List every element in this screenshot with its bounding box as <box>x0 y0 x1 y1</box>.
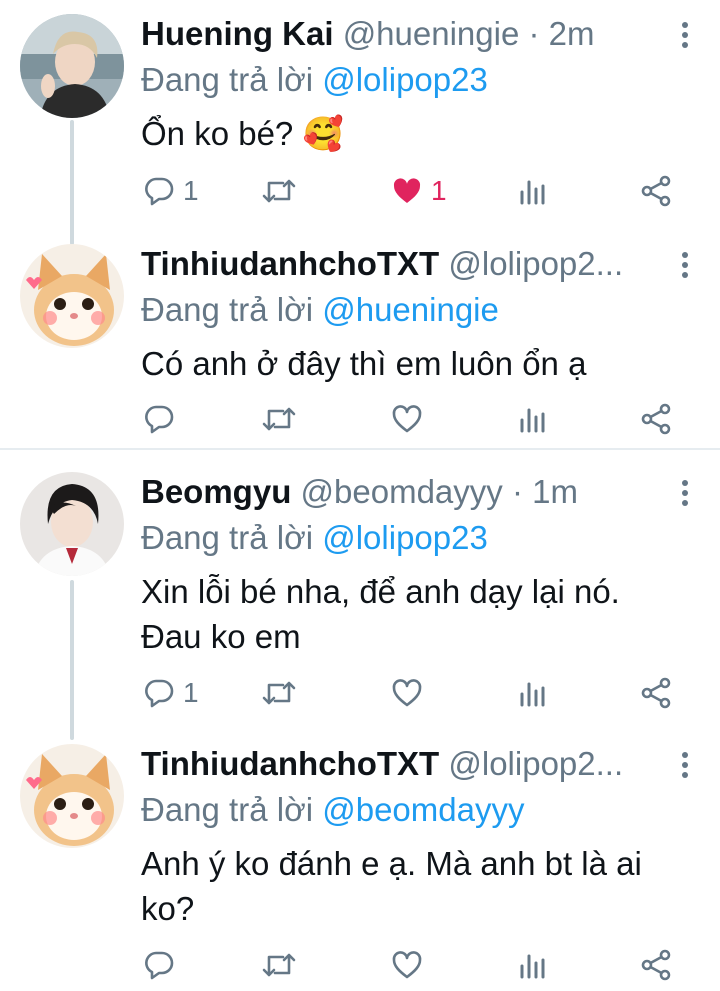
replying-to: Đang trả lời @beomdayyy <box>141 790 524 830</box>
retweet-icon <box>262 179 296 203</box>
like-icon <box>393 178 421 203</box>
share-button[interactable] <box>639 397 673 441</box>
retweet-button[interactable] <box>261 169 297 213</box>
retweet-icon <box>262 407 296 431</box>
share-icon <box>641 677 671 709</box>
reply-button[interactable]: 1 <box>143 169 199 213</box>
reply-icon <box>145 405 174 434</box>
action-bar: 1 1 <box>141 169 701 213</box>
reply-button[interactable] <box>143 943 175 987</box>
display-name[interactable]: Huening Kai <box>141 15 334 52</box>
like-button[interactable]: 1 <box>391 169 447 213</box>
replying-to: Đang trả lời @hueningie <box>141 290 499 330</box>
avatar[interactable] <box>20 744 124 848</box>
reply-icon <box>145 679 174 708</box>
retweet-icon <box>262 953 296 977</box>
more-icon[interactable] <box>680 480 690 510</box>
share-icon <box>641 949 671 981</box>
more-icon[interactable] <box>680 22 690 52</box>
display-name[interactable]: TinhiudanhchoTXT <box>141 745 439 782</box>
avatar[interactable] <box>20 244 124 348</box>
replying-prefix: Đang trả lời <box>141 61 323 98</box>
mention-link[interactable]: @beomdayyy <box>322 791 524 828</box>
like-button[interactable] <box>391 397 423 441</box>
like-icon <box>392 951 422 979</box>
mention-link[interactable]: @lolipop23 <box>322 61 488 98</box>
share-button[interactable] <box>639 671 673 715</box>
retweet-button[interactable] <box>261 943 297 987</box>
like-count: 1 <box>431 175 447 206</box>
analytics-icon <box>520 408 545 433</box>
retweet-button[interactable] <box>261 397 297 441</box>
tweet-header: Huening Kai @hueningie · 2m <box>141 14 661 54</box>
avatar[interactable] <box>20 14 124 118</box>
analytics-icon <box>520 682 545 707</box>
tweet-text: Anh ý ko đánh e ạ. Mà anh bt là ai ko? <box>141 845 642 927</box>
tweet-text: Có anh ở đây thì em luôn ổn ạ <box>141 345 587 382</box>
retweet-icon <box>262 681 296 705</box>
retweet-button[interactable] <box>261 671 297 715</box>
tweet[interactable]: TinhiudanhchoTXT @lolipop2... Đang trả l… <box>0 244 720 444</box>
like-button[interactable] <box>391 943 423 987</box>
analytics-icon <box>520 954 545 979</box>
handle-time[interactable]: @hueningie · 2m <box>343 15 595 52</box>
analytics-icon <box>520 180 545 205</box>
display-name[interactable]: TinhiudanhchoTXT <box>141 245 439 282</box>
action-bar <box>141 397 701 441</box>
mention-link[interactable]: @hueningie <box>322 291 499 328</box>
analytics-button[interactable] <box>517 169 547 213</box>
like-button[interactable] <box>391 671 423 715</box>
tweet-header: TinhiudanhchoTXT @lolipop2... <box>141 244 661 284</box>
reply-icon <box>145 177 174 206</box>
handle-time[interactable]: @lolipop2... <box>448 745 623 782</box>
tweet[interactable]: Huening Kai @hueningie · 2m Đang trả lời… <box>0 14 720 219</box>
replying-prefix: Đang trả lời <box>141 519 323 556</box>
action-bar <box>141 943 701 987</box>
share-icon <box>641 175 671 207</box>
reply-icon <box>145 951 174 980</box>
reply-count: 1 <box>183 175 199 206</box>
tweet-text: Ổn ko bé? 🥰 <box>141 115 344 152</box>
analytics-button[interactable] <box>517 943 547 987</box>
like-icon <box>392 679 422 707</box>
analytics-button[interactable] <box>517 397 547 441</box>
reply-count: 1 <box>183 677 199 708</box>
tweet[interactable]: Beomgyu @beomdayyy · 1m Đang trả lời @lo… <box>0 472 720 727</box>
handle-time[interactable]: @beomdayyy · 1m <box>301 473 578 510</box>
analytics-button[interactable] <box>517 671 547 715</box>
more-icon[interactable] <box>680 752 690 782</box>
tweet-text: Xin lỗi bé nha, để anh dạy lại nó. Đau k… <box>141 573 620 655</box>
action-bar: 1 <box>141 671 701 715</box>
reply-button[interactable]: 1 <box>143 671 199 715</box>
handle-time[interactable]: @lolipop2... <box>448 245 623 282</box>
tweet-header: Beomgyu @beomdayyy · 1m <box>141 472 661 512</box>
share-button[interactable] <box>639 169 673 213</box>
like-icon <box>392 405 422 433</box>
display-name[interactable]: Beomgyu <box>141 473 291 510</box>
replying-prefix: Đang trả lời <box>141 791 323 828</box>
replying-to: Đang trả lời @lolipop23 <box>141 518 488 558</box>
avatar[interactable] <box>20 472 124 576</box>
conversation-divider <box>0 448 720 450</box>
replying-prefix: Đang trả lời <box>141 291 323 328</box>
more-icon[interactable] <box>680 252 690 282</box>
share-icon <box>641 403 671 435</box>
tweet[interactable]: TinhiudanhchoTXT @lolipop2... Đang trả l… <box>0 744 720 991</box>
mention-link[interactable]: @lolipop23 <box>322 519 488 556</box>
reply-button[interactable] <box>143 397 175 441</box>
replying-to: Đang trả lời @lolipop23 <box>141 60 488 100</box>
share-button[interactable] <box>639 943 673 987</box>
tweet-header: TinhiudanhchoTXT @lolipop2... <box>141 744 661 784</box>
